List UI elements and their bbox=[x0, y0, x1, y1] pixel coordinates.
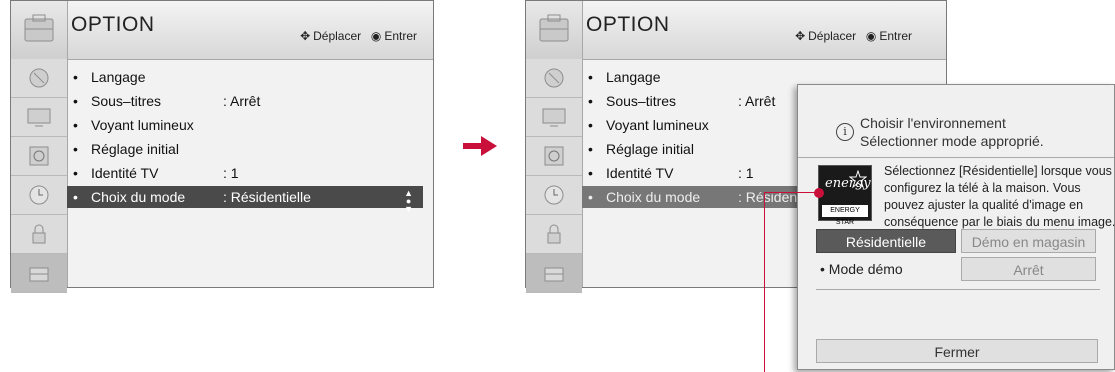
close-button[interactable]: Fermer bbox=[816, 339, 1098, 363]
bullet: • bbox=[73, 189, 78, 205]
store-demo-button[interactable]: Démo en magasin bbox=[961, 229, 1096, 253]
satellite-dish-icon[interactable] bbox=[526, 59, 582, 98]
tv-screen-icon[interactable] bbox=[526, 98, 582, 137]
category-sidebar bbox=[11, 59, 68, 293]
enter-dot-icon: ◉ bbox=[370, 29, 382, 43]
bullet: • bbox=[588, 165, 593, 181]
divider bbox=[798, 157, 1114, 158]
toolbox-icon bbox=[11, 1, 68, 59]
bullet: • bbox=[73, 117, 78, 133]
toolbox-icon[interactable] bbox=[526, 254, 582, 293]
dialog-description: Sélectionnez [Résidentielle] lorsque vou… bbox=[884, 164, 1115, 229]
hint-move-label: Déplacer bbox=[313, 29, 362, 43]
speaker-icon[interactable] bbox=[11, 137, 67, 176]
bullet: • bbox=[73, 69, 78, 85]
bullet: • bbox=[73, 165, 78, 181]
option-list: • Langage • Sous–titres : Arrêt • Voyant lum… bbox=[67, 66, 433, 214]
dialog-title: Choisir l'environnement bbox=[860, 115, 1006, 131]
bullet: • bbox=[588, 93, 593, 109]
item-label: Identité TV bbox=[91, 165, 159, 181]
move-arrows-icon: ✥ bbox=[300, 29, 311, 43]
option-menu-panel: OPTION ✥ Déplacer ◉ Entrer • Langage • Sous–… bbox=[10, 0, 434, 293]
dialog-subtitle: Sélectionner mode approprié. bbox=[860, 133, 1044, 149]
item-value: : 1 bbox=[223, 165, 239, 181]
energy-star-logo: energy ENERGY STAR bbox=[818, 165, 872, 226]
bullet: • bbox=[588, 69, 593, 85]
item-label: Langage bbox=[606, 69, 661, 85]
category-sidebar bbox=[526, 59, 583, 293]
item-label: Sous–titres bbox=[91, 93, 162, 109]
list-item-selected[interactable]: • Choix du mode : Résidentielle ▲ ● ▼ bbox=[67, 186, 423, 214]
clock-icon[interactable] bbox=[11, 176, 67, 215]
callout-line bbox=[764, 192, 765, 372]
bullet: • bbox=[588, 189, 593, 205]
clock-icon[interactable] bbox=[526, 176, 582, 215]
divider bbox=[816, 289, 1100, 290]
navigation-hint: ✥ Déplacer ◉ Entrer bbox=[297, 29, 417, 43]
list-item[interactable]: • Réglage initial bbox=[67, 138, 433, 160]
up-down-arrows-icon: ▲ ● ▼ bbox=[404, 188, 413, 214]
info-icon: i bbox=[836, 123, 854, 141]
tv-screen-icon[interactable] bbox=[11, 98, 67, 137]
enter-dot-icon: ◉ bbox=[865, 29, 877, 43]
list-item[interactable]: • Identité TV : 1 bbox=[67, 162, 433, 184]
toolbox-icon bbox=[526, 1, 583, 59]
bullet: • bbox=[73, 141, 78, 157]
navigation-hint: ✥ Déplacer ◉ Entrer bbox=[792, 29, 912, 43]
item-label: Langage bbox=[91, 69, 146, 85]
item-label: Réglage initial bbox=[606, 141, 694, 157]
hint-move-label: Déplacer bbox=[808, 29, 857, 43]
menu-header: OPTION ✥ Déplacer ◉ Entrer bbox=[526, 1, 946, 60]
bullet: • bbox=[588, 117, 593, 133]
bullet: • bbox=[588, 141, 593, 157]
item-value: : Résidentielle bbox=[223, 189, 311, 205]
item-label: Identité TV bbox=[606, 165, 674, 181]
list-item[interactable]: • Voyant lumineux bbox=[67, 114, 433, 136]
demo-mode-off-button[interactable]: Arrêt bbox=[961, 257, 1096, 281]
callout-line bbox=[764, 192, 819, 193]
item-label: Choix du mode bbox=[91, 189, 186, 205]
star-icon bbox=[849, 170, 867, 188]
move-arrows-icon: ✥ bbox=[795, 29, 806, 43]
logo-caption: ENERGY STAR bbox=[822, 205, 868, 226]
bullet: • bbox=[73, 93, 78, 109]
mode-selection-dialog: i Choisir l'environnement Sélectionner m… bbox=[797, 84, 1115, 370]
item-label: Voyant lumineux bbox=[91, 117, 194, 133]
hint-enter-label: Entrer bbox=[879, 29, 912, 43]
item-label: Réglage initial bbox=[91, 141, 179, 157]
item-label: Sous–titres bbox=[606, 93, 677, 109]
menu-header: OPTION ✥ Déplacer ◉ Entrer bbox=[11, 1, 433, 60]
menu-title: OPTION bbox=[71, 13, 155, 36]
toolbox-icon[interactable] bbox=[11, 254, 67, 293]
list-item[interactable]: • Langage bbox=[67, 66, 433, 88]
demo-mode-label: • Mode démo bbox=[820, 261, 903, 277]
item-value: : Arrêt bbox=[223, 93, 261, 109]
speaker-icon[interactable] bbox=[526, 137, 582, 176]
residential-button[interactable]: Résidentielle bbox=[816, 229, 956, 253]
menu-title: OPTION bbox=[586, 13, 670, 36]
satellite-dish-icon[interactable] bbox=[11, 59, 67, 98]
lock-icon[interactable] bbox=[11, 215, 67, 254]
lock-icon[interactable] bbox=[526, 215, 582, 254]
list-item[interactable]: • Sous–titres : Arrêt bbox=[67, 90, 433, 112]
callout-line bbox=[819, 193, 822, 194]
item-label: Choix du mode bbox=[606, 189, 701, 205]
transition-arrow-icon bbox=[463, 136, 497, 161]
item-label: Voyant lumineux bbox=[606, 117, 709, 133]
hint-enter-label: Entrer bbox=[384, 29, 417, 43]
